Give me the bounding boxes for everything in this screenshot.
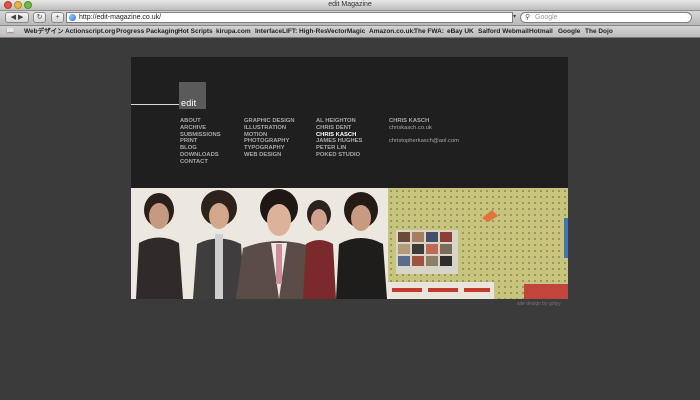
bookmark-item[interactable]: VectorMagic <box>327 26 365 37</box>
url-dropdown-icon[interactable]: ▾ <box>513 12 518 23</box>
site-credit[interactable]: site design by golyy <box>517 301 561 307</box>
reload-icon: ↻ <box>36 14 43 21</box>
nav-link[interactable]: DOWNLOADS <box>180 152 221 159</box>
bookmark-item[interactable]: Google <box>558 26 580 37</box>
category-link[interactable]: TYPOGRAPHY <box>244 145 295 152</box>
bookmark-item[interactable]: kirupa.com <box>216 26 251 37</box>
people-nav: AL HEIGHTON CHRIS DENT CHRIS KASCH JAMES… <box>316 118 362 159</box>
bookmark-item[interactable]: eBay UK <box>447 26 474 37</box>
globe-icon <box>69 14 76 21</box>
bookmarks-book-icon[interactable]: 📖 <box>6 28 15 35</box>
person-link[interactable]: POKED STUDIO <box>316 152 362 159</box>
person-link[interactable]: PETER LIN <box>316 145 362 152</box>
search-icon: ⚲ <box>525 14 531 21</box>
bookmark-item[interactable]: Hotmail <box>529 26 553 37</box>
hero-band-photo[interactable] <box>131 188 388 299</box>
pinboard-illustration <box>388 188 568 299</box>
logo-rule <box>131 104 179 105</box>
bookmark-item[interactable]: Hot Scripts <box>178 26 213 37</box>
back-forward-button[interactable]: ◀ ▶ <box>5 12 29 23</box>
forward-arrow-icon: ▶ <box>17 14 24 21</box>
category-link[interactable]: GRAPHIC DESIGN <box>244 118 295 125</box>
bookmark-item[interactable]: Amazon.co.uk: <box>369 26 415 37</box>
window-title: edit Magazine <box>328 1 372 8</box>
category-link[interactable]: ILLUSTRATION <box>244 125 295 132</box>
main-nav: ABOUT ARCHIVE SUBMISSIONS PRINT BLOG DOW… <box>180 118 221 166</box>
nav-link[interactable]: BLOG <box>180 145 221 152</box>
contact-name: CHRIS KASCH <box>389 118 430 124</box>
reload-button[interactable]: ↻ <box>33 12 46 23</box>
category-link[interactable]: MOTION <box>244 132 295 139</box>
person-link[interactable]: CHRIS DENT <box>316 125 362 132</box>
nav-link[interactable]: ABOUT <box>180 118 221 125</box>
bookmark-item[interactable]: The FWA: <box>414 26 444 37</box>
bookmark-item[interactable]: Progress Packaging <box>116 26 179 37</box>
nav-link[interactable]: SUBMISSIONS <box>180 132 221 139</box>
band-illustration <box>131 188 388 299</box>
contact-spacer <box>389 132 459 139</box>
bookmark-item[interactable]: Salford Webmail <box>478 26 529 37</box>
add-bookmark-button[interactable]: + <box>51 12 64 23</box>
browser-toolbar: ◀ ▶ ↻ + http://edit-magazine.co.uk/ ▾ ⚲ … <box>0 11 700 26</box>
bookmarks-bar: 📖 Webデザイン Actionscript.org Progress Pack… <box>0 26 700 38</box>
plus-icon: + <box>55 14 60 21</box>
nav-link[interactable]: CONTACT <box>180 159 221 166</box>
hero-pinboard-image[interactable] <box>388 188 568 299</box>
person-link-active[interactable]: CHRIS KASCH <box>316 132 362 139</box>
url-text: http://edit-magazine.co.uk/ <box>79 14 162 21</box>
bookmark-item[interactable]: Webデザイン <box>24 26 64 37</box>
back-arrow-icon: ◀ <box>10 14 17 21</box>
contact-info: CHRIS KASCH chriskasch.co.uk christopher… <box>389 118 459 145</box>
person-link[interactable]: AL HEIGHTON <box>316 118 362 125</box>
title-bar: edit Magazine <box>0 0 700 11</box>
category-nav: GRAPHIC DESIGN ILLUSTRATION MOTION PHOTO… <box>244 118 295 159</box>
bookmark-item[interactable]: Actionscript.org <box>65 26 115 37</box>
nav-link[interactable]: PRINT <box>180 138 221 145</box>
address-bar[interactable]: http://edit-magazine.co.uk/ <box>66 12 513 23</box>
browser-window: edit Magazine ◀ ▶ ↻ + http://edit-magazi… <box>0 0 700 400</box>
nav-link[interactable]: ARCHIVE <box>180 125 221 132</box>
contact-email-link[interactable]: christopherkasch@aol.com <box>389 138 459 145</box>
bookmark-item[interactable]: The Dojo <box>585 26 613 37</box>
person-link[interactable]: JAMES HUGHES <box>316 138 362 145</box>
contact-website-link[interactable]: chriskasch.co.uk <box>389 125 459 132</box>
category-link[interactable]: PHOTOGRAPHY <box>244 138 295 145</box>
search-placeholder: Google <box>535 14 558 21</box>
site-logo[interactable]: edit <box>179 82 206 109</box>
logo-text: edit <box>181 98 197 108</box>
search-field[interactable]: ⚲ Google <box>520 12 692 23</box>
category-link[interactable]: WEB DESIGN <box>244 152 295 159</box>
bookmark-item[interactable]: InterfaceLIFT: High-Res <box>255 26 328 37</box>
